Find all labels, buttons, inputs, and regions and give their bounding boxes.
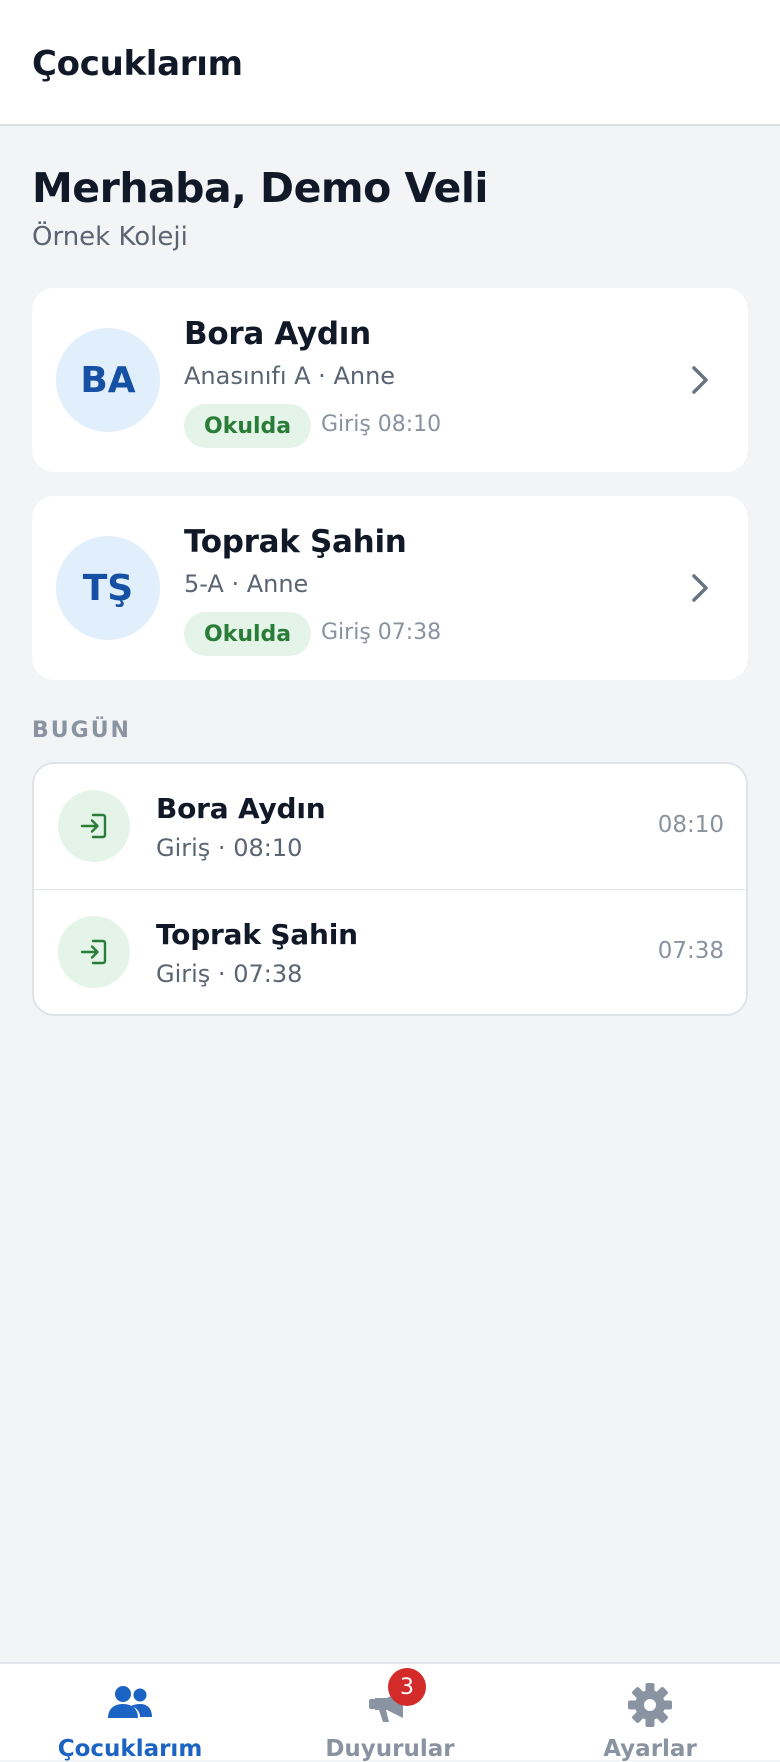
- event-child-name: Bora Aydın: [156, 792, 326, 825]
- nav-item-cocuklarim[interactable]: Çocuklarım: [0, 1664, 260, 1762]
- school-name: Örnek Koleji: [32, 222, 188, 252]
- status-badge: Okulda: [184, 404, 312, 448]
- chevron-right-icon: [692, 574, 708, 602]
- app-header: Çocuklarım: [0, 0, 780, 126]
- event-child-name: Toprak Şahin: [156, 918, 358, 951]
- checkin-time: Giriş 07:38: [321, 620, 442, 645]
- event-time: 07:38: [657, 938, 724, 964]
- notification-badge: 3: [388, 1668, 426, 1706]
- page-title: Çocuklarım: [32, 44, 243, 84]
- child-card[interactable]: TŞ Toprak Şahin 5-A · Anne Okulda Giriş …: [32, 496, 748, 680]
- list-item[interactable]: Bora Aydın Giriş · 08:10 08:10: [34, 764, 746, 890]
- bottom-nav: Çocuklarım 3 Duyurular Ayarlar: [0, 1662, 780, 1762]
- nav-label: Ayarlar: [603, 1736, 697, 1762]
- event-detail: Giriş · 08:10: [156, 834, 303, 862]
- event-time: 08:10: [657, 812, 724, 838]
- login-icon: [58, 916, 130, 988]
- child-name: Bora Aydın: [184, 316, 371, 352]
- child-name: Toprak Şahin: [184, 524, 407, 560]
- login-icon: [58, 790, 130, 862]
- avatar: BA: [56, 328, 160, 432]
- child-class-relation: Anasınıfı A · Anne: [184, 362, 396, 390]
- child-card[interactable]: BA Bora Aydın Anasınıfı A · Anne Okulda …: [32, 288, 748, 472]
- greeting-title: Merhaba, Demo Veli: [32, 164, 488, 212]
- list-item[interactable]: Toprak Şahin Giriş · 07:38 07:38: [34, 890, 746, 1014]
- nav-label: Duyurular: [325, 1736, 455, 1762]
- gear-icon: [628, 1683, 672, 1727]
- section-label-today: BUGÜN: [32, 718, 131, 743]
- checkin-time: Giriş 08:10: [321, 412, 442, 437]
- child-class-relation: 5-A · Anne: [184, 570, 309, 598]
- chevron-right-icon: [692, 366, 708, 394]
- status-badge: Okulda: [184, 612, 312, 656]
- today-event-list: Bora Aydın Giriş · 08:10 08:10 Toprak Şa…: [32, 762, 748, 1016]
- nav-item-ayarlar[interactable]: Ayarlar: [520, 1664, 780, 1762]
- nav-item-duyurular[interactable]: 3 Duyurular: [260, 1664, 520, 1762]
- nav-label: Çocuklarım: [57, 1736, 203, 1762]
- avatar: TŞ: [56, 536, 160, 640]
- users-icon: [108, 1686, 152, 1718]
- event-detail: Giriş · 07:38: [156, 960, 303, 988]
